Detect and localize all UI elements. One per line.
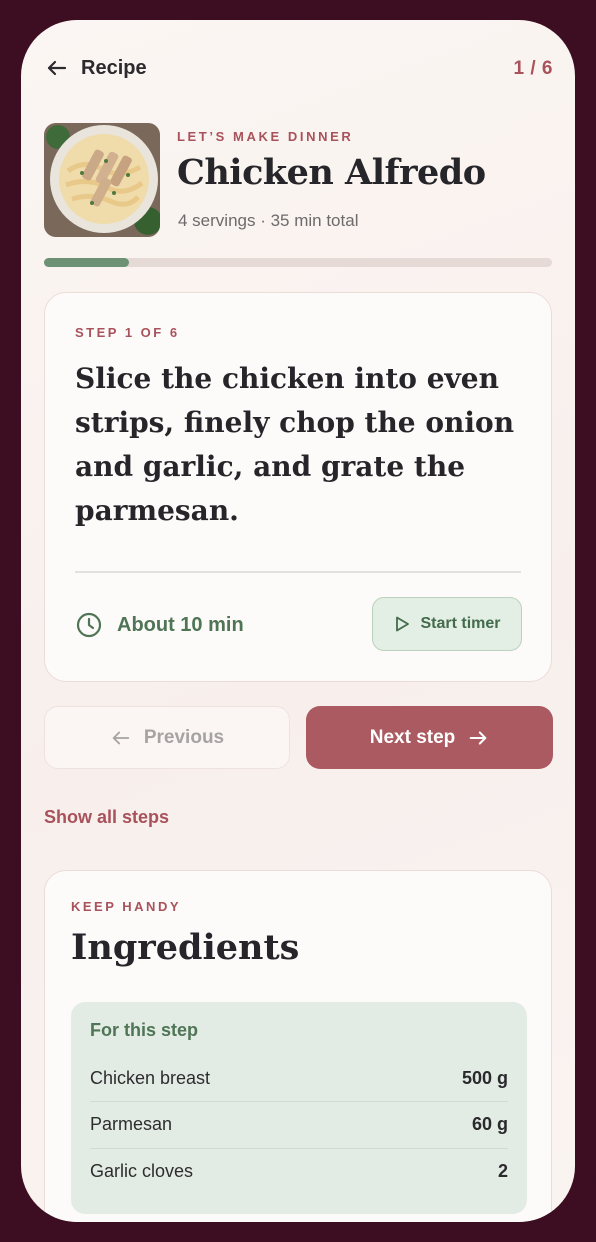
arrow-left-icon xyxy=(47,60,67,76)
back-label: Recipe xyxy=(81,56,147,79)
step-card: STEP 1 OF 6 Slice the chicken into even … xyxy=(44,292,552,682)
progress-bar xyxy=(44,258,552,267)
ingredients-kicker: KEEP HANDY xyxy=(71,899,182,914)
duration-label: About 10 min xyxy=(117,613,244,636)
ingredient-name: Chicken breast xyxy=(90,1067,211,1088)
ingredient-quantity: 2 xyxy=(497,1161,508,1181)
step-duration: About 10 min xyxy=(75,611,244,639)
app-screen: Recipe 1 / 6 LET’S MAKE DINNER Chicken A… xyxy=(21,20,575,1222)
clock-icon xyxy=(76,612,102,638)
pasta-dish-image xyxy=(44,123,160,237)
ingredient-row: Parmesan 60 g xyxy=(90,1101,508,1147)
previous-label: Previous xyxy=(143,726,225,748)
top-bar: Recipe 1 / 6 xyxy=(45,56,553,86)
ingredient-quantity: 500 g xyxy=(461,1067,508,1088)
step-label: STEP 1 OF 6 xyxy=(75,325,180,340)
step-ingredients-heading: For this step xyxy=(90,1020,199,1040)
ingredient-row: Garlic cloves 2 xyxy=(90,1148,508,1194)
back-button[interactable]: Recipe xyxy=(45,56,147,80)
recipe-meta: 4 servings · 35 min total xyxy=(178,211,359,230)
device-frame: Recipe 1 / 6 LET’S MAKE DINNER Chicken A… xyxy=(0,0,596,1242)
next-step-label: Next step xyxy=(369,726,456,748)
show-all-steps-link[interactable]: Show all steps xyxy=(44,807,169,828)
arrow-left-icon xyxy=(112,731,130,744)
ingredients-title: Ingredients xyxy=(71,927,300,968)
play-icon xyxy=(396,616,410,632)
ingredient-name: Parmesan xyxy=(90,1114,173,1134)
ingredient-name: Garlic cloves xyxy=(90,1161,194,1181)
ingredient-row: Chicken breast 500 g xyxy=(90,1055,508,1101)
step-instruction: Slice the chicken into even strips, fine… xyxy=(75,362,515,527)
recipe-title: Chicken Alfredo xyxy=(177,152,486,193)
start-timer-label: Start timer xyxy=(420,615,501,632)
next-step-button[interactable]: Next step xyxy=(306,706,553,769)
divider xyxy=(75,571,521,573)
step-counter: 1 / 6 xyxy=(513,58,553,79)
start-timer-button[interactable]: Start timer xyxy=(372,597,522,651)
recipe-header: LET’S MAKE DINNER Chicken Alfredo 4 serv… xyxy=(44,123,554,239)
step-ingredients-panel: For this step Chicken breast 500 g Parme… xyxy=(71,1002,527,1214)
ingredient-quantity: 60 g xyxy=(471,1114,508,1134)
previous-button[interactable]: Previous xyxy=(44,706,290,769)
ingredients-card: KEEP HANDY Ingredients For this step Chi… xyxy=(44,870,552,1222)
progress-fill xyxy=(44,258,129,267)
recipe-thumbnail xyxy=(44,123,160,237)
recipe-kicker: LET’S MAKE DINNER xyxy=(177,129,354,144)
arrow-right-icon xyxy=(469,730,487,745)
